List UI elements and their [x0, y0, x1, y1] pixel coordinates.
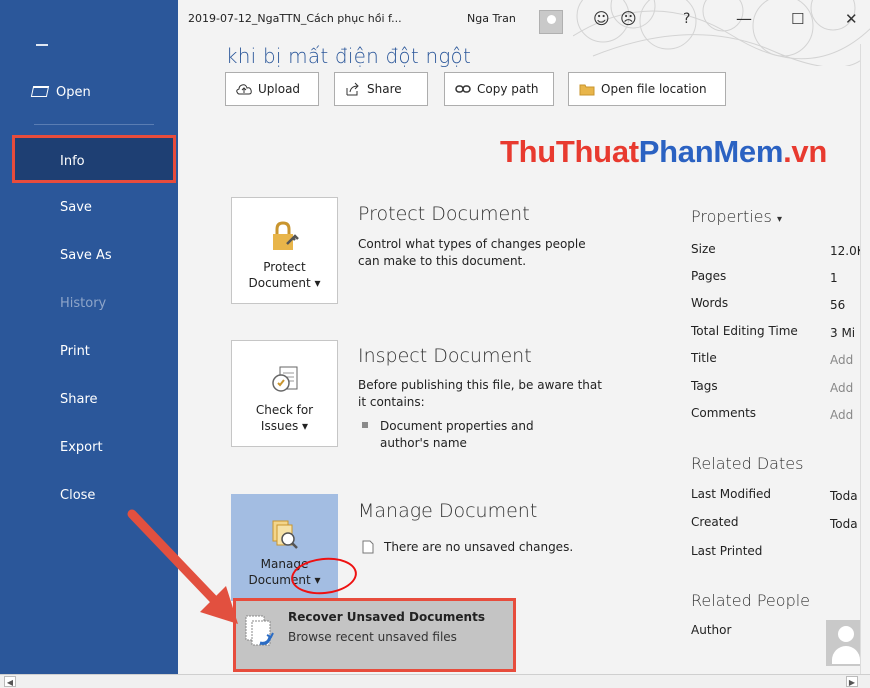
date-value-created: Toda — [830, 517, 858, 531]
info-panel: 2019-07-12_NgaTTN_Cách phục hồi f... Nga… — [178, 0, 870, 688]
date-label-last-modified: Last Modified — [691, 487, 772, 501]
prop-value-editing-time: 3 Mi — [830, 326, 856, 340]
prop-label-tags: Tags — [691, 379, 718, 393]
frown-icon[interactable]: ☹ — [620, 9, 637, 29]
upload-button[interactable]: Upload — [225, 72, 319, 106]
date-value-last-modified: Toda — [830, 489, 858, 503]
inspect-document-description: Before publishing this file, be aware th… — [358, 378, 602, 409]
protect-document-description: Control what types of changes people can… — [358, 237, 586, 268]
site-watermark: ThuThuatPhanMem.vn — [500, 134, 827, 169]
annotation-arrow-icon — [127, 509, 238, 624]
lock-key-icon — [273, 221, 299, 250]
document-title: khi bị mất điện đột ngột — [226, 44, 471, 68]
check-for-issues-button[interactable]: Check for Issues ▾ — [231, 340, 338, 447]
sidebar-item-save[interactable]: Save — [12, 185, 176, 231]
manage-document-icon — [272, 520, 298, 549]
maximize-icon[interactable]: ☐ — [791, 9, 804, 29]
author-label: Author — [691, 623, 732, 637]
inspect-document-title: Inspect Document — [358, 345, 532, 367]
protect-document-title: Protect Document — [358, 203, 530, 225]
properties-heading[interactable]: Properties ▾ — [691, 207, 782, 226]
scroll-left-icon[interactable]: ◀ — [4, 676, 16, 687]
prop-label-comments: Comments — [691, 406, 757, 420]
prop-label-pages: Pages — [691, 269, 727, 283]
share-icon — [346, 82, 359, 96]
sidebar-item-share[interactable]: Share — [12, 377, 176, 423]
share-button[interactable]: Share — [334, 72, 428, 106]
link-icon — [455, 85, 471, 93]
smiley-icon[interactable]: ☺ — [593, 9, 610, 29]
prop-value-pages: 1 — [830, 271, 838, 285]
open-file-location-button[interactable]: Open file location — [568, 72, 726, 106]
prop-label-words: Words — [691, 296, 729, 310]
document-icon — [362, 540, 374, 554]
prop-value-tags[interactable]: Add — [830, 381, 853, 395]
cloud-upload-icon — [236, 84, 252, 95]
copy-path-button[interactable]: Copy path — [444, 72, 554, 106]
minimize-icon[interactable]: — — [736, 9, 752, 29]
bullet-icon — [362, 422, 368, 428]
prop-label-size: Size — [691, 242, 716, 256]
prop-label-editing-time: Total Editing Time — [691, 324, 798, 338]
date-label-created: Created — [691, 515, 739, 529]
sidebar-item-save-as[interactable]: Save As — [12, 233, 176, 279]
related-dates-heading: Related Dates — [691, 454, 804, 473]
document-filename: 2019-07-12_NgaTTN_Cách phục hồi f... — [188, 12, 402, 25]
vertical-scrollbar[interactable] — [860, 44, 870, 676]
manage-document-title: Manage Document — [358, 500, 538, 522]
user-avatar[interactable] — [539, 10, 563, 34]
prop-value-words: 56 — [830, 298, 846, 312]
scroll-right-icon[interactable]: ▶ — [846, 676, 858, 687]
sidebar-divider — [34, 124, 154, 125]
folder-open-icon — [30, 86, 50, 97]
manage-document-status: There are no unsaved changes. — [358, 539, 608, 556]
prop-value-title[interactable]: Add — [830, 353, 853, 367]
title-bar: 2019-07-12_NgaTTN_Cách phục hồi f... Nga… — [178, 0, 870, 38]
sidebar-item-open[interactable]: Open — [12, 70, 176, 116]
protect-document-button[interactable]: Protect Document ▾ — [231, 197, 338, 304]
inspect-bullet: Document properties and author's name — [362, 418, 580, 452]
horizontal-scrollbar[interactable]: ◀ ▶ — [0, 674, 870, 688]
word-backstage: Open Info Save Save As History Print Sha… — [0, 0, 870, 688]
sidebar-item-print[interactable]: Print — [12, 329, 176, 375]
user-name[interactable]: Nga Tran — [467, 12, 516, 25]
sidebar-item-history: History — [60, 296, 107, 311]
back-icon[interactable] — [36, 44, 48, 46]
prop-value-comments[interactable]: Add — [830, 408, 853, 422]
date-label-last-printed: Last Printed — [691, 544, 763, 558]
inspect-document-icon — [272, 366, 298, 392]
prop-label-title: Title — [691, 351, 717, 365]
help-icon[interactable]: ? — [683, 9, 690, 29]
sidebar-item-export[interactable]: Export — [12, 425, 176, 471]
close-icon[interactable]: ✕ — [845, 9, 858, 29]
sidebar-item-info[interactable]: Info — [12, 135, 176, 183]
related-people-heading: Related People — [691, 591, 811, 610]
folder-icon — [579, 84, 595, 96]
recover-unsaved-documents-item[interactable]: Recover Unsaved Documents Browse recent … — [233, 598, 516, 672]
